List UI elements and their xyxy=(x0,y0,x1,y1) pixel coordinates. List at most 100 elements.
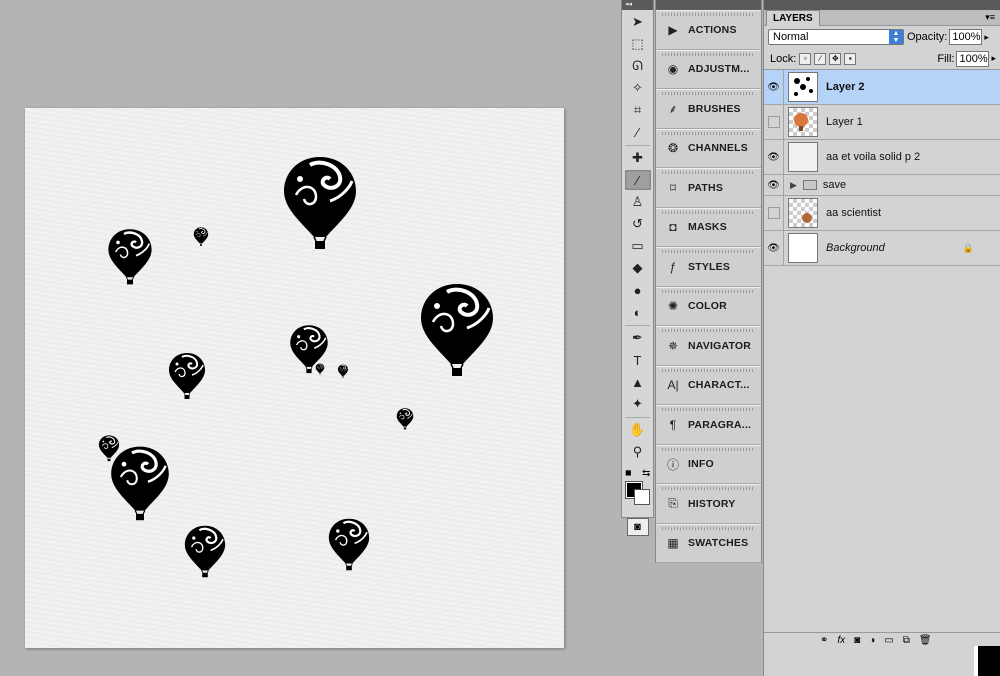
dock-header[interactable] xyxy=(656,0,761,10)
layer-style-icon[interactable]: fx xyxy=(837,635,845,646)
brush-tool-icon[interactable]: ∕ xyxy=(624,170,651,190)
layer-name: aa scientist xyxy=(826,207,882,219)
blur-tool-icon[interactable]: ● xyxy=(625,280,651,300)
layer-row[interactable]: Layer 1 xyxy=(764,105,1000,140)
layer-lock-icon: 🔒 xyxy=(962,242,974,253)
balloon-shape xyxy=(284,157,356,249)
balloon-shape xyxy=(193,227,209,246)
navigator-icon: ✵ xyxy=(667,338,679,353)
expand-triangle-icon[interactable]: ▶ xyxy=(790,180,797,191)
panel-paragraph[interactable]: ¶ PARAGRA... xyxy=(656,405,761,445)
panel-color[interactable]: ✺ COLOR xyxy=(656,286,761,326)
swap-colors-icon[interactable]: ⇆ xyxy=(642,468,650,479)
layer-row[interactable]: 👁 Background 🔒 xyxy=(764,231,1000,266)
opacity-field[interactable]: 100% xyxy=(949,29,983,45)
blend-mode-select[interactable]: Normal ▲ ▼ xyxy=(768,29,904,45)
layer-group-row[interactable]: 👁 ▶ save xyxy=(764,175,1000,196)
balloon-shape xyxy=(421,284,493,376)
lock-transparent-icon[interactable]: ▫ xyxy=(799,52,812,65)
panel-menu-icon[interactable]: ▾≡ xyxy=(985,12,995,23)
layer-row[interactable]: 👁 Layer 2 xyxy=(764,70,1000,105)
panel-navigator[interactable]: ✵ NAVIGATOR xyxy=(656,326,761,366)
layers-panel-header[interactable] xyxy=(764,0,1000,10)
document-canvas[interactable] xyxy=(25,108,564,648)
opacity-slider-icon[interactable]: ▸ xyxy=(984,32,989,43)
panel-brushes[interactable]: ⸙ BRUSHES xyxy=(656,89,761,129)
dodge-tool-icon[interactable]: ◐ xyxy=(625,302,651,322)
panel-swatches[interactable]: ▦ SWATCHES xyxy=(656,523,761,563)
custom-shape-tool-icon[interactable]: ✦ xyxy=(625,394,651,414)
default-colors-icon[interactable]: ◼ xyxy=(625,468,632,477)
panel-label: HISTORY xyxy=(688,497,736,510)
lock-position-icon[interactable]: ✥ xyxy=(829,52,842,65)
tools-panel-header[interactable]: ◂◂ xyxy=(622,0,653,10)
balloon-shape xyxy=(111,446,169,521)
paint-bucket-tool-icon[interactable]: ◆ xyxy=(625,258,651,278)
masks-icon: ◘ xyxy=(669,220,677,235)
balloon-artwork xyxy=(98,157,493,578)
panel-styles[interactable]: ƒ STYLES xyxy=(656,247,761,287)
color-swatches: ◼ ⇆ xyxy=(622,468,653,505)
layer-row[interactable]: aa scientist xyxy=(764,196,1000,231)
adjustment-layer-icon[interactable]: ◑ xyxy=(869,635,875,646)
panel-adjustments[interactable]: ◉ ADJUSTM... xyxy=(656,49,761,89)
panel-paths[interactable]: ⌑ PATHS xyxy=(656,168,761,208)
info-icon: ⓘ xyxy=(666,457,679,472)
lock-image-icon[interactable]: ∕ xyxy=(814,52,827,65)
marquee-tool-icon[interactable]: ⬚ xyxy=(625,34,651,54)
layer-name: Layer 2 xyxy=(826,81,865,93)
background-color[interactable] xyxy=(634,489,650,505)
visibility-off-toggle[interactable] xyxy=(764,105,784,139)
zoom-tool-icon[interactable]: ⚲ xyxy=(625,442,651,462)
crop-tool-icon[interactable]: ⌗ xyxy=(625,100,651,120)
adjustments-icon: ◉ xyxy=(667,62,679,77)
add-mask-icon[interactable]: ◙ xyxy=(854,635,860,646)
panel-info[interactable]: ⓘ INFO xyxy=(656,444,761,484)
panel-label: INFO xyxy=(688,458,714,471)
styles-icon: ƒ xyxy=(669,259,677,274)
visibility-eye-icon[interactable]: 👁 xyxy=(764,140,784,174)
visibility-eye-icon[interactable]: 👁 xyxy=(764,70,784,104)
clone-stamp-tool-icon[interactable]: ♙ xyxy=(625,192,651,212)
type-tool-icon[interactable]: T xyxy=(625,350,651,370)
eraser-tool-icon[interactable]: ▭ xyxy=(625,236,651,256)
select-arrows-icon: ▲ ▼ xyxy=(889,30,903,44)
visibility-eye-icon[interactable]: 👁 xyxy=(764,231,784,265)
history-brush-tool-icon[interactable]: ↺ xyxy=(625,214,651,234)
panel-label: ADJUSTM... xyxy=(688,63,750,76)
quick-mask-button[interactable]: ◙ xyxy=(626,518,649,536)
panel-character[interactable]: A| CHARACT... xyxy=(656,365,761,405)
layer-list: 👁 Layer 2 Layer 1 👁 aa et voila solid p 2 👁 ▶ s… xyxy=(764,70,1000,266)
visibility-eye-icon[interactable]: 👁 xyxy=(764,175,784,195)
panel-label: PARAGRA... xyxy=(688,418,752,431)
fill-field[interactable]: 100% xyxy=(956,50,990,67)
visibility-off-toggle[interactable] xyxy=(764,196,784,230)
path-selection-tool-icon[interactable]: ▲ xyxy=(625,372,651,392)
panel-label: CHARACT... xyxy=(688,379,750,392)
panel-channels[interactable]: ❂ CHANNELS xyxy=(656,128,761,168)
balloon-shape xyxy=(169,353,205,399)
panel-history[interactable]: ⎘ HISTORY xyxy=(656,484,761,524)
lasso-tool-icon[interactable]: ᘏ xyxy=(625,56,651,76)
link-layers-icon[interactable]: ⚭ xyxy=(820,635,828,646)
delete-layer-icon[interactable]: 🗑 xyxy=(919,635,932,646)
history-icon: ⎘ xyxy=(668,496,678,511)
fill-slider-icon[interactable]: ▸ xyxy=(991,53,996,64)
move-tool-icon[interactable]: ➤ xyxy=(625,12,651,32)
pen-tool-icon[interactable]: ✒ xyxy=(625,328,651,348)
panel-label: BRUSHES xyxy=(688,102,741,115)
new-group-icon[interactable]: ▭ xyxy=(884,635,893,646)
new-layer-icon[interactable]: ⧉ xyxy=(903,635,910,646)
balloon-shape xyxy=(108,229,152,285)
hand-tool-icon[interactable]: ✋ xyxy=(625,420,651,440)
layer-row[interactable]: 👁 aa et voila solid p 2 xyxy=(764,140,1000,175)
tab-layers[interactable]: LAYERS xyxy=(766,10,820,26)
panel-actions[interactable]: ▶ ACTIONS xyxy=(656,10,761,50)
healing-brush-tool-icon[interactable]: ✚ xyxy=(625,148,651,168)
magic-wand-tool-icon[interactable]: ✧ xyxy=(625,78,651,98)
panel-label: NAVIGATOR xyxy=(688,339,752,352)
balloon-shape xyxy=(315,363,325,375)
lock-all-icon[interactable]: ▪ xyxy=(844,52,857,65)
panel-masks[interactable]: ◘ MASKS xyxy=(656,207,761,247)
eyedropper-tool-icon[interactable]: ⁄ xyxy=(625,122,651,142)
